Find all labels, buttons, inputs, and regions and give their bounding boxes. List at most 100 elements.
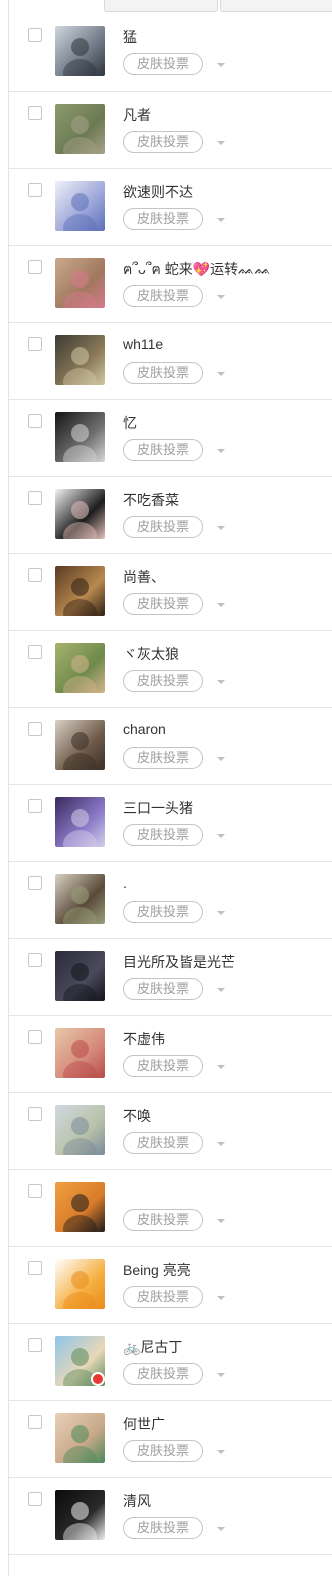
skin-vote-button[interactable]: 皮肤投票 bbox=[123, 1286, 203, 1308]
chevron-down-icon[interactable] bbox=[216, 446, 226, 456]
chevron-down-icon[interactable] bbox=[216, 1524, 226, 1534]
skin-vote-button[interactable]: 皮肤投票 bbox=[123, 1440, 203, 1462]
select-checkbox[interactable] bbox=[28, 337, 42, 351]
list-item: ヾ灰太狼 皮肤投票 bbox=[9, 631, 332, 708]
chevron-down-icon[interactable] bbox=[216, 831, 226, 841]
chevron-down-icon[interactable] bbox=[216, 1370, 226, 1380]
user-name: 不虚伟 bbox=[123, 1031, 165, 1047]
chevron-down-icon[interactable] bbox=[216, 1447, 226, 1457]
chevron-down-icon[interactable] bbox=[216, 523, 226, 533]
list-item: charon 皮肤投票 bbox=[9, 708, 332, 785]
chevron-down-icon[interactable] bbox=[216, 292, 226, 302]
chevron-down-icon[interactable] bbox=[216, 600, 226, 610]
select-checkbox[interactable] bbox=[28, 1261, 42, 1275]
avatar[interactable] bbox=[55, 951, 105, 1001]
chevron-down-icon[interactable] bbox=[216, 985, 226, 995]
avatar[interactable] bbox=[55, 1105, 105, 1155]
chevron-down-icon[interactable] bbox=[216, 754, 226, 764]
skin-vote-button[interactable]: 皮肤投票 bbox=[123, 439, 203, 461]
avatar[interactable] bbox=[55, 643, 105, 693]
list-item: Being 亮亮皮肤投票 bbox=[9, 1247, 332, 1324]
toolbar-button-left[interactable] bbox=[104, 0, 218, 12]
avatar[interactable] bbox=[55, 26, 105, 76]
chevron-down-icon[interactable] bbox=[216, 677, 226, 687]
select-checkbox[interactable] bbox=[28, 722, 42, 736]
select-checkbox[interactable] bbox=[28, 1492, 42, 1506]
avatar[interactable] bbox=[55, 566, 105, 616]
status-badge bbox=[91, 1372, 105, 1386]
avatar[interactable] bbox=[55, 1259, 105, 1309]
user-name: 凡者 bbox=[123, 107, 151, 123]
avatar[interactable] bbox=[55, 489, 105, 539]
user-name: 不吃香菜 bbox=[123, 492, 179, 508]
select-checkbox[interactable] bbox=[28, 1184, 42, 1198]
list-item: 何世广 皮肤投票 bbox=[9, 1401, 332, 1478]
select-checkbox[interactable] bbox=[28, 799, 42, 813]
avatar[interactable] bbox=[55, 412, 105, 462]
select-checkbox[interactable] bbox=[28, 1415, 42, 1429]
avatar[interactable] bbox=[55, 797, 105, 847]
skin-vote-button[interactable]: 皮肤投票 bbox=[123, 131, 203, 153]
chevron-down-icon[interactable] bbox=[216, 1293, 226, 1303]
chevron-down-icon[interactable] bbox=[216, 908, 226, 918]
skin-vote-button[interactable]: 皮肤投票 bbox=[123, 53, 203, 75]
skin-vote-button[interactable]: 皮肤投票 bbox=[123, 1132, 203, 1154]
chevron-down-icon[interactable] bbox=[216, 1062, 226, 1072]
list-item: wh11e 皮肤投票 bbox=[9, 323, 332, 400]
skin-vote-button[interactable]: 皮肤投票 bbox=[123, 285, 203, 307]
skin-vote-button[interactable]: 皮肤投票 bbox=[123, 670, 203, 692]
avatar[interactable] bbox=[55, 335, 105, 385]
avatar[interactable] bbox=[55, 181, 105, 231]
select-checkbox[interactable] bbox=[28, 106, 42, 120]
user-name: Being 亮亮 bbox=[123, 1262, 191, 1278]
chevron-down-icon[interactable] bbox=[216, 369, 226, 379]
toolbar-button-right[interactable] bbox=[220, 0, 332, 12]
chevron-down-icon[interactable] bbox=[216, 60, 226, 70]
avatar[interactable] bbox=[55, 1413, 105, 1463]
chevron-down-icon[interactable] bbox=[216, 1139, 226, 1149]
chevron-down-icon[interactable] bbox=[216, 1216, 226, 1226]
list-item: 不虚伟 皮肤投票 bbox=[9, 1016, 332, 1093]
skin-vote-button[interactable]: 皮肤投票 bbox=[123, 362, 203, 384]
skin-vote-button[interactable]: 皮肤投票 bbox=[123, 978, 203, 1000]
list-item: 目光所及皆是光芒 皮肤投票 bbox=[9, 939, 332, 1016]
avatar[interactable] bbox=[55, 1490, 105, 1540]
list-item: 猛皮肤投票 bbox=[9, 14, 332, 92]
select-checkbox[interactable] bbox=[28, 28, 42, 42]
user-name: 清风 bbox=[123, 1493, 151, 1509]
avatar[interactable] bbox=[55, 874, 105, 924]
avatar[interactable] bbox=[55, 1182, 105, 1232]
chevron-down-icon[interactable] bbox=[216, 138, 226, 148]
skin-vote-button[interactable]: 皮肤投票 bbox=[123, 1363, 203, 1385]
select-checkbox[interactable] bbox=[28, 183, 42, 197]
list-item: 凡者 皮肤投票 bbox=[9, 92, 332, 169]
skin-vote-button[interactable]: 皮肤投票 bbox=[123, 824, 203, 846]
skin-vote-button[interactable]: 皮肤投票 bbox=[123, 901, 203, 923]
skin-vote-button[interactable]: 皮肤投票 bbox=[123, 1517, 203, 1539]
list-item: 不吃香菜 皮肤投票 bbox=[9, 477, 332, 554]
select-checkbox[interactable] bbox=[28, 876, 42, 890]
avatar[interactable] bbox=[55, 258, 105, 308]
skin-vote-button[interactable]: 皮肤投票 bbox=[123, 208, 203, 230]
skin-vote-button[interactable]: 皮肤投票 bbox=[123, 1055, 203, 1077]
skin-vote-button[interactable]: 皮肤投票 bbox=[123, 516, 203, 538]
user-list: 猛皮肤投票 凡者 皮肤投票 欲速则不达 皮肤投票 ฅ՞ᴗ՞ฅ 蛇来💖运转ᨐᨐ 皮肤投票 wh1… bbox=[9, 14, 332, 1555]
skin-vote-button[interactable]: 皮肤投票 bbox=[123, 593, 203, 615]
avatar[interactable] bbox=[55, 1028, 105, 1078]
chevron-down-icon[interactable] bbox=[216, 215, 226, 225]
select-checkbox[interactable] bbox=[28, 414, 42, 428]
select-checkbox[interactable] bbox=[28, 953, 42, 967]
select-checkbox[interactable] bbox=[28, 260, 42, 274]
list-item: 🚲尼古丁 皮肤投票 bbox=[9, 1324, 332, 1401]
select-checkbox[interactable] bbox=[28, 645, 42, 659]
avatar[interactable] bbox=[55, 104, 105, 154]
select-checkbox[interactable] bbox=[28, 568, 42, 582]
select-checkbox[interactable] bbox=[28, 491, 42, 505]
skin-vote-button[interactable]: 皮肤投票 bbox=[123, 747, 203, 769]
skin-vote-button[interactable]: 皮肤投票 bbox=[123, 1209, 203, 1231]
select-checkbox[interactable] bbox=[28, 1107, 42, 1121]
user-name: 何世广 bbox=[123, 1416, 165, 1432]
avatar[interactable] bbox=[55, 720, 105, 770]
select-checkbox[interactable] bbox=[28, 1030, 42, 1044]
select-checkbox[interactable] bbox=[28, 1338, 42, 1352]
